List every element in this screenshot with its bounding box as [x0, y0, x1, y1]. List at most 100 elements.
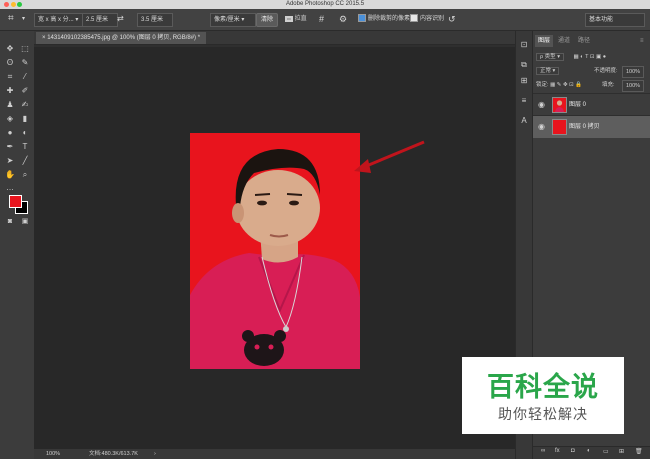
eye-icon[interactable]: ◉: [538, 100, 545, 109]
lock-transparent-icon[interactable]: ▦: [550, 82, 555, 88]
opacity-label: 不透明度:: [594, 68, 618, 74]
move-tool-icon[interactable]: ✥: [4, 43, 16, 55]
lock-row: 锁定: ▦ ✎ ✥ ⊡ 🔒 填充: 100%: [536, 80, 648, 92]
watermark-subtitle: 助你轻松解决: [498, 407, 588, 423]
paragraph-panel-icon[interactable]: ≡: [518, 95, 530, 107]
dodge-tool-icon[interactable]: ◐: [19, 127, 31, 139]
healing-brush-icon[interactable]: ✚: [4, 85, 16, 97]
filter-shape-icon[interactable]: ⊡: [590, 54, 595, 60]
close-window-button[interactable]: [4, 2, 9, 7]
clear-button[interactable]: 清除: [256, 13, 279, 27]
close-tab-icon[interactable]: ×: [42, 35, 46, 41]
layer-mask-icon[interactable]: ◘: [571, 448, 575, 454]
tab-paths[interactable]: 路径: [575, 35, 593, 47]
screen-mode-icon[interactable]: ▣: [19, 216, 31, 228]
adjustment-layer-icon[interactable]: ◐: [587, 448, 591, 454]
document-size: 文档:480.3K/613.7K: [89, 451, 138, 457]
properties-panel-icon[interactable]: ⧉: [518, 59, 530, 71]
layer-thumbnail: [552, 97, 567, 113]
gradient-tool-icon[interactable]: ▮: [19, 113, 31, 125]
workspace-select[interactable]: 基本功能: [585, 13, 645, 27]
more-tools-icon[interactable]: …: [4, 182, 16, 194]
brush-tool-icon[interactable]: ✐: [19, 85, 31, 97]
hand-tool-icon[interactable]: ✋: [4, 169, 16, 181]
document-tab-bar: × 1431409102385475.jpg @ 100% (图层 0 拷贝, …: [34, 31, 515, 45]
layer-style-icon[interactable]: fx: [555, 448, 560, 454]
ratio-select-value: 宽 x 高 x 分...: [38, 17, 74, 23]
tools-panel: ✥ ⬚ ʘ ✎ ⌗ ⁄ ✚ ✐ ♟ ✍ ◈ ▮ ● ◐ ✒ T ➤ ╱ ✋ ⌕ …: [0, 31, 35, 459]
zoom-tool-icon[interactable]: ⌕: [19, 169, 31, 181]
eyedropper-tool-icon[interactable]: ⁄: [19, 71, 31, 83]
width-field[interactable]: 2.5 厘米: [82, 13, 118, 27]
layer-filter-select[interactable]: ρ 类型 ▾: [536, 53, 564, 61]
filter-toggle-icon[interactable]: ●: [603, 54, 606, 60]
crop-tool-icon[interactable]: ⌗: [8, 13, 14, 25]
new-group-icon[interactable]: ▭: [603, 448, 609, 455]
delete-layer-icon[interactable]: 🗑: [635, 448, 643, 455]
link-layers-icon[interactable]: ∞: [541, 448, 545, 454]
fill-field[interactable]: 100%: [622, 80, 645, 92]
new-layer-icon[interactable]: ⊞: [619, 448, 624, 455]
quick-select-tool-icon[interactable]: ✎: [19, 57, 31, 69]
filter-pixel-icon[interactable]: ▦: [574, 54, 579, 60]
history-panel-icon[interactable]: ⊡: [518, 39, 530, 51]
character-panel-icon[interactable]: A: [518, 115, 530, 127]
crop-tool-icon[interactable]: ⌗: [4, 71, 16, 83]
panel-tabs: 图层 通道 路径 ≡: [533, 35, 650, 47]
tab-channels[interactable]: 通道: [555, 35, 573, 47]
blend-mode-select[interactable]: 正常 ▾: [536, 67, 560, 75]
opacity-field[interactable]: 100%: [622, 66, 645, 78]
swap-dimensions-icon[interactable]: ⇄: [117, 13, 124, 25]
reset-icon[interactable]: ↺: [448, 13, 456, 25]
zoom-level[interactable]: 100%: [46, 449, 60, 459]
clone-stamp-icon[interactable]: ♟: [4, 99, 16, 111]
eraser-tool-icon[interactable]: ◈: [4, 113, 16, 125]
tab-layers[interactable]: 图层: [535, 35, 554, 47]
tool-preset-chevron-icon[interactable]: ▾: [22, 13, 25, 25]
path-select-icon[interactable]: ➤: [4, 155, 16, 167]
status-menu-chevron-icon[interactable]: ›: [154, 449, 156, 459]
title-bar: Adobe Photoshop CC 2015.5: [0, 0, 650, 9]
straighten-label: 拉直: [294, 16, 307, 22]
lock-artboard-icon[interactable]: ⊡: [569, 82, 574, 88]
line-tool-icon[interactable]: ╱: [19, 155, 31, 167]
canvas-area[interactable]: [34, 45, 515, 449]
minimize-window-button[interactable]: [10, 2, 16, 7]
blur-tool-icon[interactable]: ●: [4, 127, 16, 139]
height-field[interactable]: 3.5 厘米: [137, 13, 173, 27]
annotation-arrow: [354, 140, 425, 173]
content-aware-checkbox[interactable]: 内容识别: [410, 13, 444, 25]
delete-cropped-check-icon: [358, 14, 366, 23]
straighten-control[interactable]: ▭ 拉直: [285, 13, 307, 25]
workspace-value: 基本功能: [589, 17, 614, 23]
filter-smart-icon[interactable]: ▣: [596, 54, 601, 60]
document-tab[interactable]: × 1431409102385475.jpg @ 100% (图层 0 拷贝, …: [36, 32, 207, 44]
lock-position-icon[interactable]: ✥: [563, 82, 568, 88]
adjustments-panel-icon[interactable]: ⊞: [518, 75, 530, 87]
pen-tool-icon[interactable]: ✒: [4, 141, 16, 153]
foreground-color-swatch[interactable]: [9, 195, 22, 208]
eye-icon[interactable]: ◉: [538, 122, 545, 131]
quick-mask-icon[interactable]: ◙: [4, 216, 16, 228]
lock-pixels-icon[interactable]: ✎: [557, 82, 562, 88]
filter-type-icon[interactable]: T: [585, 54, 588, 60]
resolution-unit-select[interactable]: 像素/厘米 ▾: [210, 13, 256, 27]
layer-row-1[interactable]: ◉ 图层 0 拷贝: [533, 115, 650, 138]
type-tool-icon[interactable]: T: [19, 141, 31, 153]
pendant: [283, 326, 289, 332]
layer-row-0[interactable]: ◉ 图层 0: [533, 93, 650, 116]
lasso-tool-icon[interactable]: ʘ: [4, 57, 16, 69]
ratio-select[interactable]: 宽 x 高 x 分... ▾: [34, 13, 84, 27]
resolution-unit-value: 像素/厘米: [214, 17, 240, 23]
history-brush-icon[interactable]: ✍: [19, 99, 31, 111]
panel-menu-icon[interactable]: ≡: [637, 35, 647, 47]
gear-icon[interactable]: ⚙: [339, 13, 347, 25]
lock-all-icon[interactable]: 🔒: [575, 82, 582, 88]
delete-cropped-checkbox[interactable]: 删除裁剪的像素: [358, 13, 410, 25]
maximize-window-button[interactable]: [17, 2, 23, 7]
fill-label: 填充:: [602, 82, 615, 88]
marquee-tool-icon[interactable]: ⬚: [19, 43, 31, 55]
bear-eye-right: [268, 344, 274, 350]
filter-adjust-icon[interactable]: ◐: [580, 54, 583, 60]
overlay-grid-icon[interactable]: #: [319, 13, 324, 25]
